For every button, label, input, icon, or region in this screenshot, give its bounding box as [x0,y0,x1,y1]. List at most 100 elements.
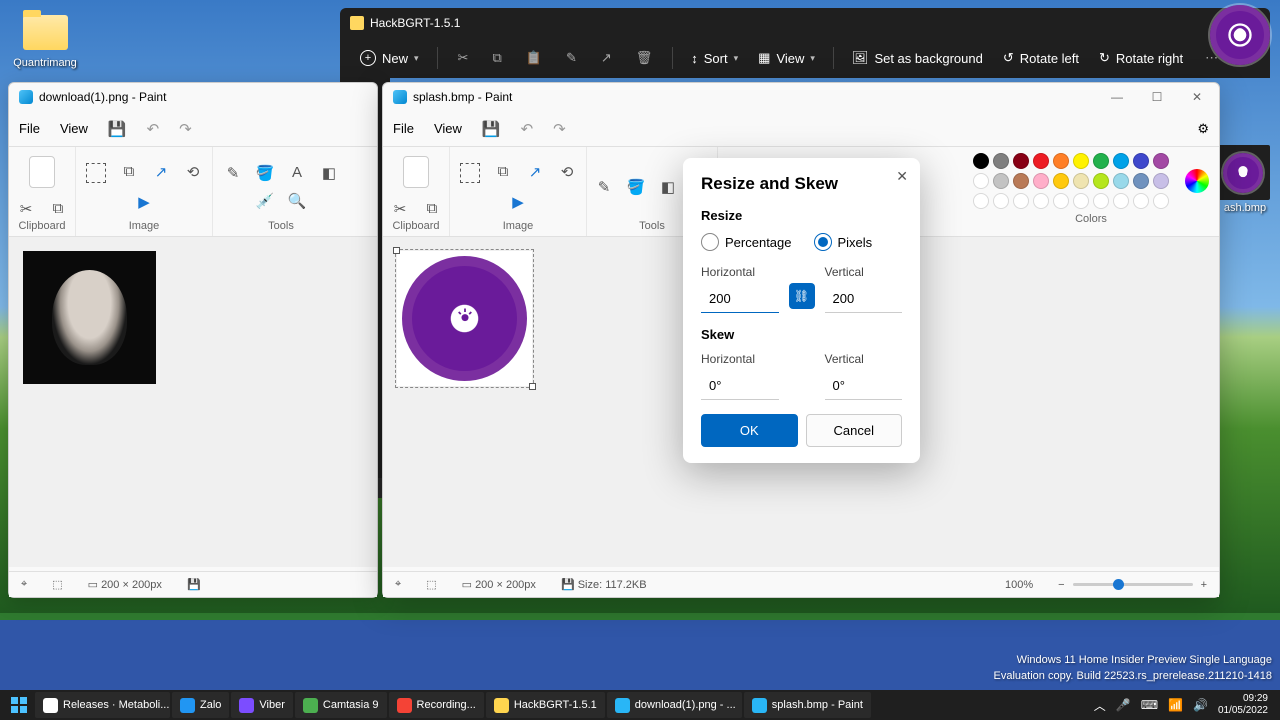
paste-button[interactable]: 📋 [516,44,552,72]
color-swatch[interactable] [1053,173,1069,189]
desktop-thumb[interactable]: ash.bmp [1215,145,1275,214]
flip-tool[interactable]: ▶ [509,193,527,211]
view-menu[interactable]: View [60,121,88,136]
zoom-slider[interactable]: − + [1058,579,1207,591]
color-swatch[interactable] [1013,193,1029,209]
color-swatch[interactable] [973,153,989,169]
undo-button[interactable]: ↶ [521,120,534,138]
crop-tool[interactable]: ⧉ [494,163,512,181]
rotate-tool[interactable]: ⟲ [184,163,202,181]
color-swatch[interactable] [1093,193,1109,209]
cancel-button[interactable]: Cancel [806,414,903,447]
rotate-right-button[interactable]: ↻ Rotate right [1091,44,1191,72]
paint1-canvas[interactable] [9,237,377,567]
color-swatch[interactable] [1093,173,1109,189]
color-swatch[interactable] [1113,153,1129,169]
color-swatch[interactable] [1133,153,1149,169]
resize-tool[interactable]: ↗ [152,163,170,181]
zoom-in-button[interactable]: + [1201,579,1207,591]
color-swatch[interactable] [1053,153,1069,169]
color-swatch[interactable] [1133,173,1149,189]
color-swatch[interactable] [1113,193,1129,209]
color-swatch[interactable] [1013,173,1029,189]
copy-icon[interactable]: ⧉ [423,200,441,218]
crop-tool[interactable]: ⧉ [120,163,138,181]
set-background-button[interactable]: 🖼 Set as background [844,44,991,72]
color-swatch[interactable] [1033,193,1049,209]
mic-icon[interactable]: 🎤 [1116,698,1131,712]
skew-h-input[interactable] [701,372,779,400]
tray-chevron-icon[interactable]: ︿ [1094,697,1106,714]
close-button[interactable]: ✕ [896,168,908,185]
cut-icon[interactable]: ✂ [17,200,35,218]
color-swatch[interactable] [973,193,989,209]
zoom-out-button[interactable]: − [1058,579,1064,591]
rotate-tool[interactable]: ⟲ [558,163,576,181]
color-swatch[interactable] [993,153,1009,169]
new-button[interactable]: +New▾ [352,44,427,72]
taskbar-item[interactable]: HackBGRT-1.5.1 [486,692,605,718]
text-tool[interactable]: A [288,164,306,182]
volume-icon[interactable]: 🔊 [1193,698,1208,712]
system-tray[interactable]: ︿ 🎤 ⌨ 📶 🔊 09:29 01/05/2022 [1094,693,1276,717]
share-button[interactable]: ↗ [591,44,622,72]
rotate-left-button[interactable]: ↺ Rotate left [995,44,1087,72]
copy-button[interactable]: ⧉ [482,44,511,72]
fill-tool[interactable]: 🪣 [627,178,645,196]
paint2-titlebar[interactable]: splash.bmp - Paint [383,83,1219,111]
color-swatch[interactable] [1073,153,1089,169]
picker-tool[interactable]: 💉 [256,192,274,210]
desktop-logo[interactable] [1205,5,1275,65]
clock[interactable]: 09:29 01/05/2022 [1218,693,1268,717]
fill-tool[interactable]: 🪣 [256,164,274,182]
minimize-button[interactable]: — [1097,85,1137,109]
cut-icon[interactable]: ✂ [391,200,409,218]
file-menu[interactable]: File [393,121,414,136]
skew-v-input[interactable] [825,372,903,400]
save-button[interactable]: 💾 [108,120,127,138]
color-swatch[interactable] [1153,193,1169,209]
color-swatch[interactable] [1093,153,1109,169]
desktop-folder[interactable]: Quantrimang [10,15,80,71]
color-swatch[interactable] [1073,173,1089,189]
maximize-button[interactable]: ☐ [1137,85,1177,109]
pencil-tool[interactable]: ✎ [595,178,613,196]
taskbar-item[interactable]: Zalo [172,692,229,718]
view-button[interactable]: ▦ View▾ [750,44,823,72]
save-button[interactable]: 💾 [482,120,501,138]
edit-colors-button[interactable] [1185,169,1209,193]
select-tool[interactable] [86,163,106,183]
rename-button[interactable]: ✎ [556,44,587,72]
taskbar-item[interactable]: Camtasia 9 [295,692,387,718]
cut-button[interactable]: ✂ [448,44,479,72]
delete-button[interactable]: 🗑 [626,44,663,72]
color-swatch[interactable] [1153,153,1169,169]
close-button[interactable]: ✕ [1177,85,1217,109]
lock-aspect-button[interactable]: ⛓ [789,283,815,309]
taskbar-item[interactable]: Viber [231,692,292,718]
color-swatch[interactable] [1033,173,1049,189]
explorer-titlebar[interactable]: HackBGRT-1.5.1 — [340,8,1270,38]
select-tool[interactable] [460,163,480,183]
sort-button[interactable]: ↕ Sort▾ [683,45,746,72]
share-icon[interactable]: ⚙ [1197,121,1209,137]
zoom-tool[interactable]: 🔍 [288,192,306,210]
taskbar-item[interactable]: Releases · Metaboli... [35,692,170,718]
lang-icon[interactable]: ⌨ [1141,698,1158,712]
paint1-titlebar[interactable]: download(1).png - Paint [9,83,377,111]
flip-tool[interactable]: ▶ [135,193,153,211]
taskbar-item[interactable]: download(1).png - ... [607,692,742,718]
color-swatch[interactable] [1033,153,1049,169]
color-swatch[interactable] [973,173,989,189]
start-button[interactable] [4,692,34,718]
percentage-radio[interactable]: Percentage [701,233,792,251]
paste-button[interactable] [403,156,429,188]
color-swatch[interactable] [1053,193,1069,209]
ok-button[interactable]: OK [701,414,798,447]
file-menu[interactable]: File [19,121,40,136]
redo-button[interactable]: ↷ [179,120,192,138]
pencil-tool[interactable]: ✎ [224,164,242,182]
color-swatch[interactable] [1113,173,1129,189]
copy-icon[interactable]: ⧉ [49,200,67,218]
paste-button[interactable] [29,156,55,188]
